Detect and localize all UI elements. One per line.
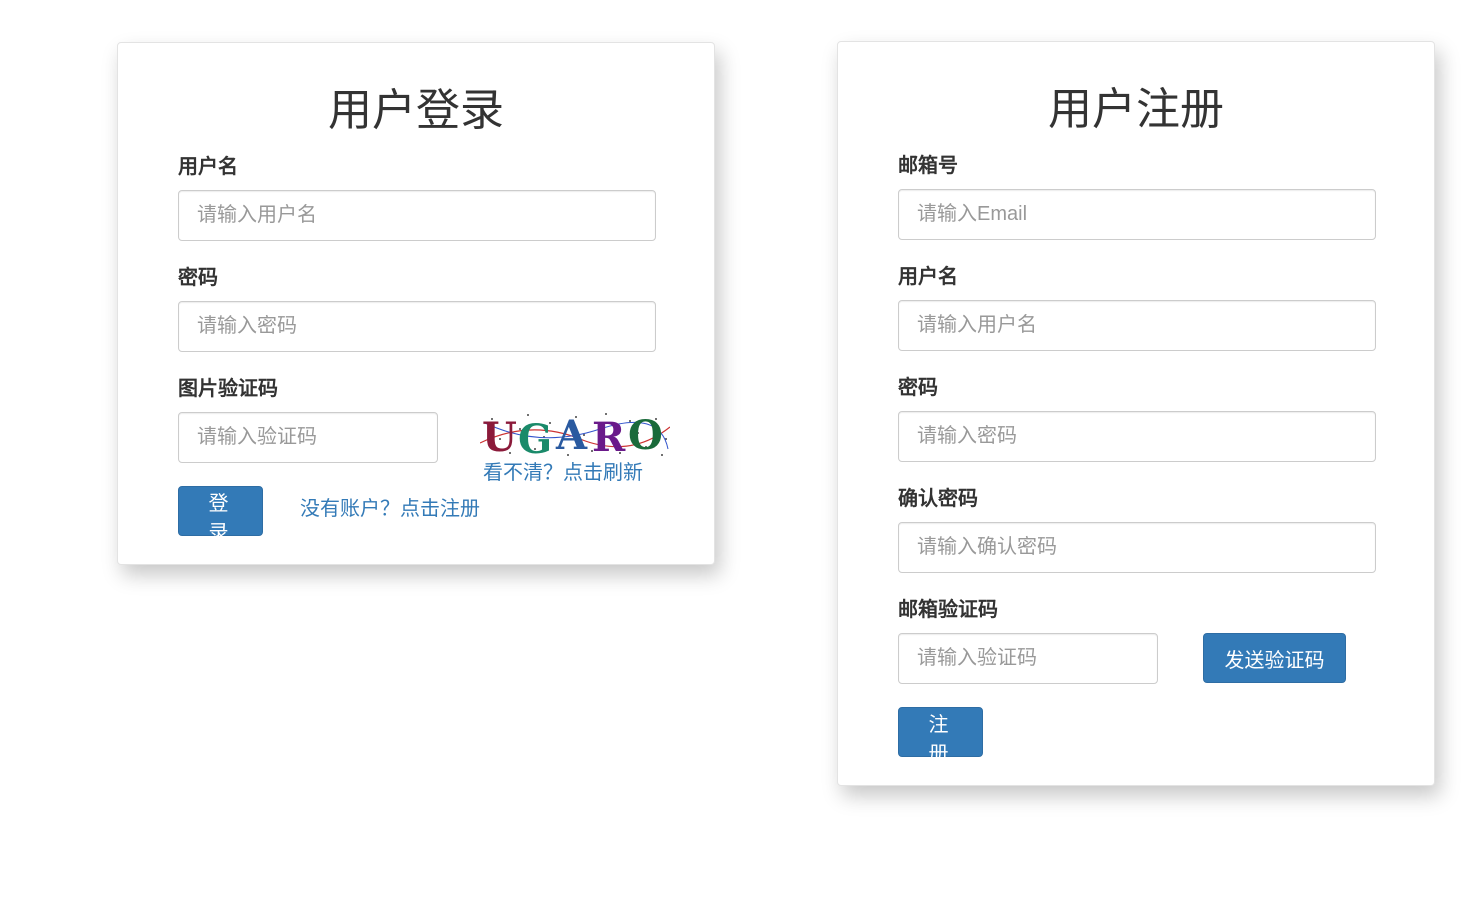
login-username-label: 用户名: [178, 156, 238, 178]
captcha-refresh-link[interactable]: 看不清？点击刷新: [483, 461, 643, 485]
register-password-label: 密码: [898, 377, 938, 399]
register-code-input[interactable]: [898, 633, 1158, 684]
svg-text:A: A: [555, 412, 588, 459]
login-card: 用户登录 用户名 密码 图片验证码 U G A R O: [117, 42, 715, 565]
login-title: 用户登录: [328, 86, 504, 135]
svg-text:O: O: [628, 412, 663, 459]
go-register-link[interactable]: 没有账户？点击注册: [300, 497, 480, 521]
send-code-button[interactable]: 发送验证码: [1203, 633, 1346, 683]
svg-text:G: G: [518, 416, 552, 461]
register-confirm-input[interactable]: [898, 522, 1376, 573]
register-email-input[interactable]: [898, 189, 1376, 240]
svg-text:U: U: [482, 414, 517, 461]
register-email-label: 邮箱号: [898, 155, 958, 177]
register-username-input[interactable]: [898, 300, 1376, 351]
login-captcha-label: 图片验证码: [178, 378, 278, 400]
login-button[interactable]: 登 录: [178, 486, 263, 544]
svg-text:R: R: [592, 414, 626, 461]
register-code-label: 邮箱验证码: [898, 599, 998, 621]
login-password-input[interactable]: [178, 301, 656, 352]
register-title: 用户注册: [1048, 85, 1224, 134]
register-button[interactable]: 注 册: [898, 707, 983, 765]
login-captcha-input[interactable]: [178, 412, 438, 463]
register-username-label: 用户名: [898, 266, 958, 288]
register-password-input[interactable]: [898, 411, 1376, 462]
register-card: 用户注册 邮箱号 用户名 密码 确认密码 邮箱验证码 发送验证码 注 册: [837, 41, 1435, 786]
login-password-label: 密码: [178, 267, 218, 289]
captcha-image[interactable]: U G A R O: [480, 409, 670, 461]
login-username-input[interactable]: [178, 190, 656, 241]
register-confirm-label: 确认密码: [898, 488, 978, 510]
